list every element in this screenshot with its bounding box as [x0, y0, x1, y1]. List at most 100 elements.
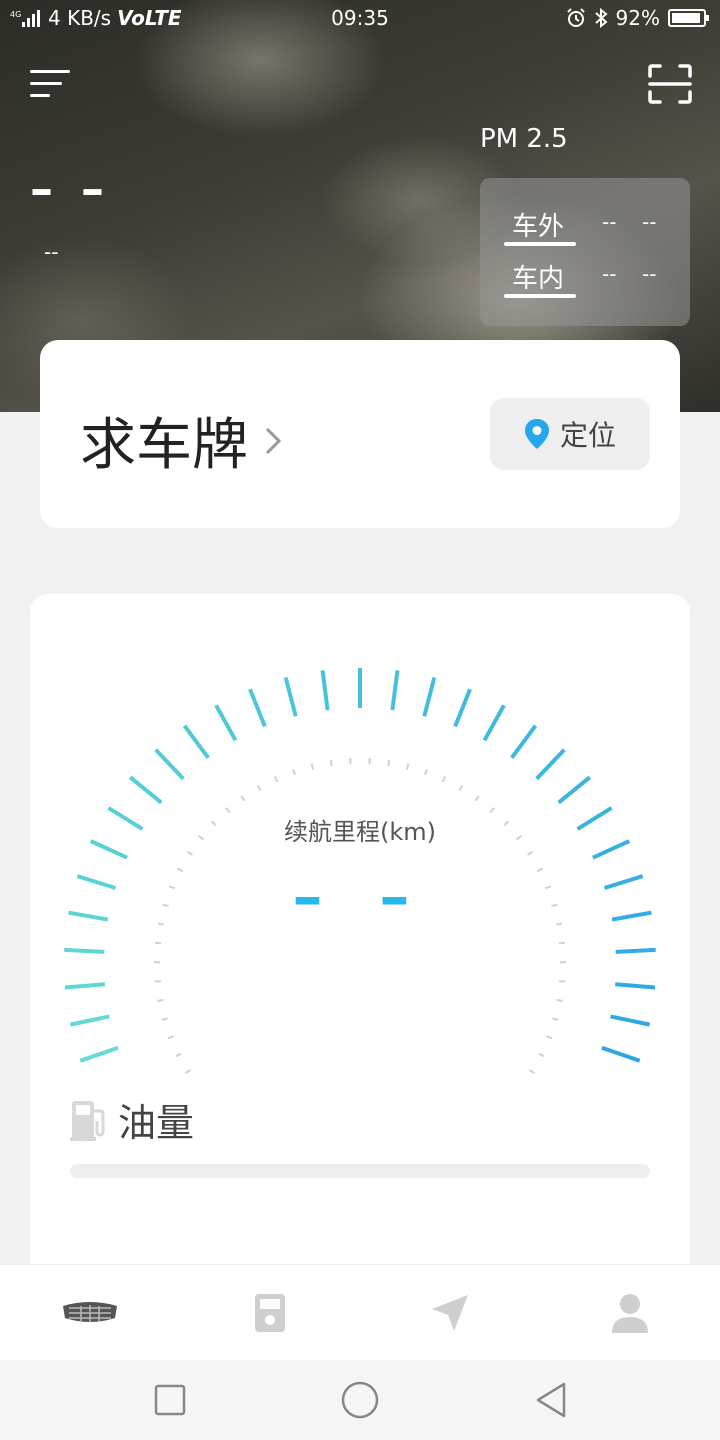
gauge-tick: [128, 775, 163, 805]
gauge-minor-tick: [559, 980, 566, 983]
gauge-tick: [64, 982, 105, 990]
gauge-minor-tick: [546, 1035, 553, 1040]
gauge-tick: [69, 1014, 110, 1027]
pm25-outside-row[interactable]: 车外 -- --: [504, 202, 676, 246]
chevron-right-icon: [265, 427, 282, 454]
plate-selector[interactable]: 求车牌: [80, 400, 282, 481]
fuel-station-icon: [255, 1294, 285, 1332]
gauge-minor-tick: [558, 941, 566, 945]
range-label: 续航里程(km): [283, 818, 436, 846]
scan-icon[interactable]: [648, 64, 692, 104]
gauge-minor-tick: [527, 850, 534, 856]
gauge-minor-tick: [458, 784, 464, 791]
gauge-tick: [615, 982, 656, 990]
gauge-tick: [482, 704, 506, 742]
gauge-minor-tick: [405, 763, 410, 770]
tab-profile[interactable]: [600, 1283, 660, 1343]
pm25-outside-level: --: [642, 210, 657, 234]
gauge-minor-tick: [154, 941, 162, 945]
gauge-minor-tick: [292, 768, 296, 776]
pm25-inside-level: --: [642, 262, 657, 286]
gauge-tick: [390, 670, 400, 711]
weather-description: --: [44, 240, 59, 264]
range-card: 续航里程(km) – – 油量: [30, 594, 690, 1294]
gauge-minor-tick: [329, 759, 333, 767]
fuel-row: 油量: [70, 1092, 194, 1147]
fuel-pump-icon: [70, 1100, 105, 1141]
gauge-minor-tick: [387, 759, 391, 767]
pm25-outside-underline: [504, 242, 576, 246]
gauge-minor-tick: [310, 763, 315, 770]
battery-icon: [668, 9, 709, 27]
location-pin-icon: [524, 419, 549, 449]
car-card: 求车牌 定位: [40, 340, 680, 528]
temperature-value: – –: [30, 162, 111, 216]
gauge-minor-tick: [424, 768, 428, 776]
gauge-minor-tick: [161, 1017, 168, 1021]
gauge-tick: [182, 724, 210, 760]
pm25-inside-underline: [504, 294, 576, 298]
locate-label: 定位: [559, 419, 616, 452]
gauge-minor-tick: [529, 1069, 536, 1074]
gauge-minor-tick: [186, 850, 193, 856]
gauge-minor-tick: [474, 795, 480, 802]
pm25-inside-row[interactable]: 车内 -- --: [504, 254, 676, 298]
pm25-inside-label: 车内: [512, 264, 565, 294]
battery-fill: [672, 13, 700, 23]
back-icon[interactable]: [532, 1380, 572, 1420]
pm25-title: PM 2.5: [480, 124, 568, 154]
gauge-minor-tick: [552, 1017, 559, 1021]
gauge-tick: [283, 676, 298, 717]
plate-label: 求车牌: [80, 413, 248, 478]
gauge-minor-tick: [167, 1035, 174, 1040]
geely-logo-icon: [63, 1302, 117, 1322]
tab-navigation[interactable]: [420, 1283, 480, 1343]
bluetooth-icon: [594, 8, 608, 28]
gauge-tick: [320, 670, 330, 711]
fuel-level-bar: [70, 1164, 650, 1178]
gauge-minor-tick: [556, 998, 563, 1002]
navigation-arrow-icon: [432, 1295, 468, 1331]
person-icon: [612, 1294, 648, 1333]
gauge-tick: [615, 947, 656, 954]
gauge-tick: [214, 704, 238, 742]
gauge-minor-tick: [256, 784, 262, 791]
gauge-minor-tick: [157, 998, 164, 1002]
gauge-tick: [610, 1014, 651, 1027]
locate-button[interactable]: 定位: [490, 398, 650, 470]
gauge-minor-tick: [184, 1069, 191, 1074]
gauge-minor-tick: [441, 775, 447, 783]
gauge-tick: [64, 947, 105, 954]
gauge-minor-tick: [273, 775, 279, 783]
home-icon[interactable]: [340, 1380, 380, 1420]
gauge-tick: [79, 1045, 119, 1063]
pm25-outside-label: 车外: [512, 212, 565, 242]
gauge-tick: [154, 748, 185, 781]
system-nav-bar: [0, 1360, 720, 1440]
tab-service[interactable]: [240, 1283, 300, 1343]
alarm-icon: [566, 8, 585, 27]
gauge-tick: [422, 676, 437, 717]
gauge-tick: [248, 688, 267, 728]
gauge-tick: [453, 688, 472, 728]
bottom-tab-bar: [0, 1264, 720, 1360]
battery-percent: 92%: [615, 6, 660, 30]
gauge-minor-tick: [175, 1052, 182, 1058]
gauge-minor-tick: [538, 1052, 545, 1058]
gauge-tick: [557, 775, 592, 805]
gauge-tick: [601, 1045, 641, 1063]
range-value: – –: [292, 862, 428, 932]
tab-car[interactable]: [60, 1283, 120, 1343]
recent-apps-icon[interactable]: [150, 1380, 190, 1420]
pm25-inside-value: --: [602, 262, 617, 286]
gauge-minor-tick: [154, 980, 161, 983]
pm25-outside-value: --: [602, 210, 617, 234]
menu-icon[interactable]: [30, 68, 72, 100]
gauge-tick: [510, 724, 538, 760]
gauge-minor-tick: [240, 795, 246, 802]
pm25-panel: 车外 -- -- 车内 -- --: [480, 178, 690, 326]
gauge-tick: [535, 748, 566, 781]
status-right: 92%: [566, 6, 709, 30]
fuel-label: 油量: [118, 1101, 195, 1145]
status-bar: 4G 4 KB/s VoLTE 09:35 92%: [0, 0, 720, 38]
